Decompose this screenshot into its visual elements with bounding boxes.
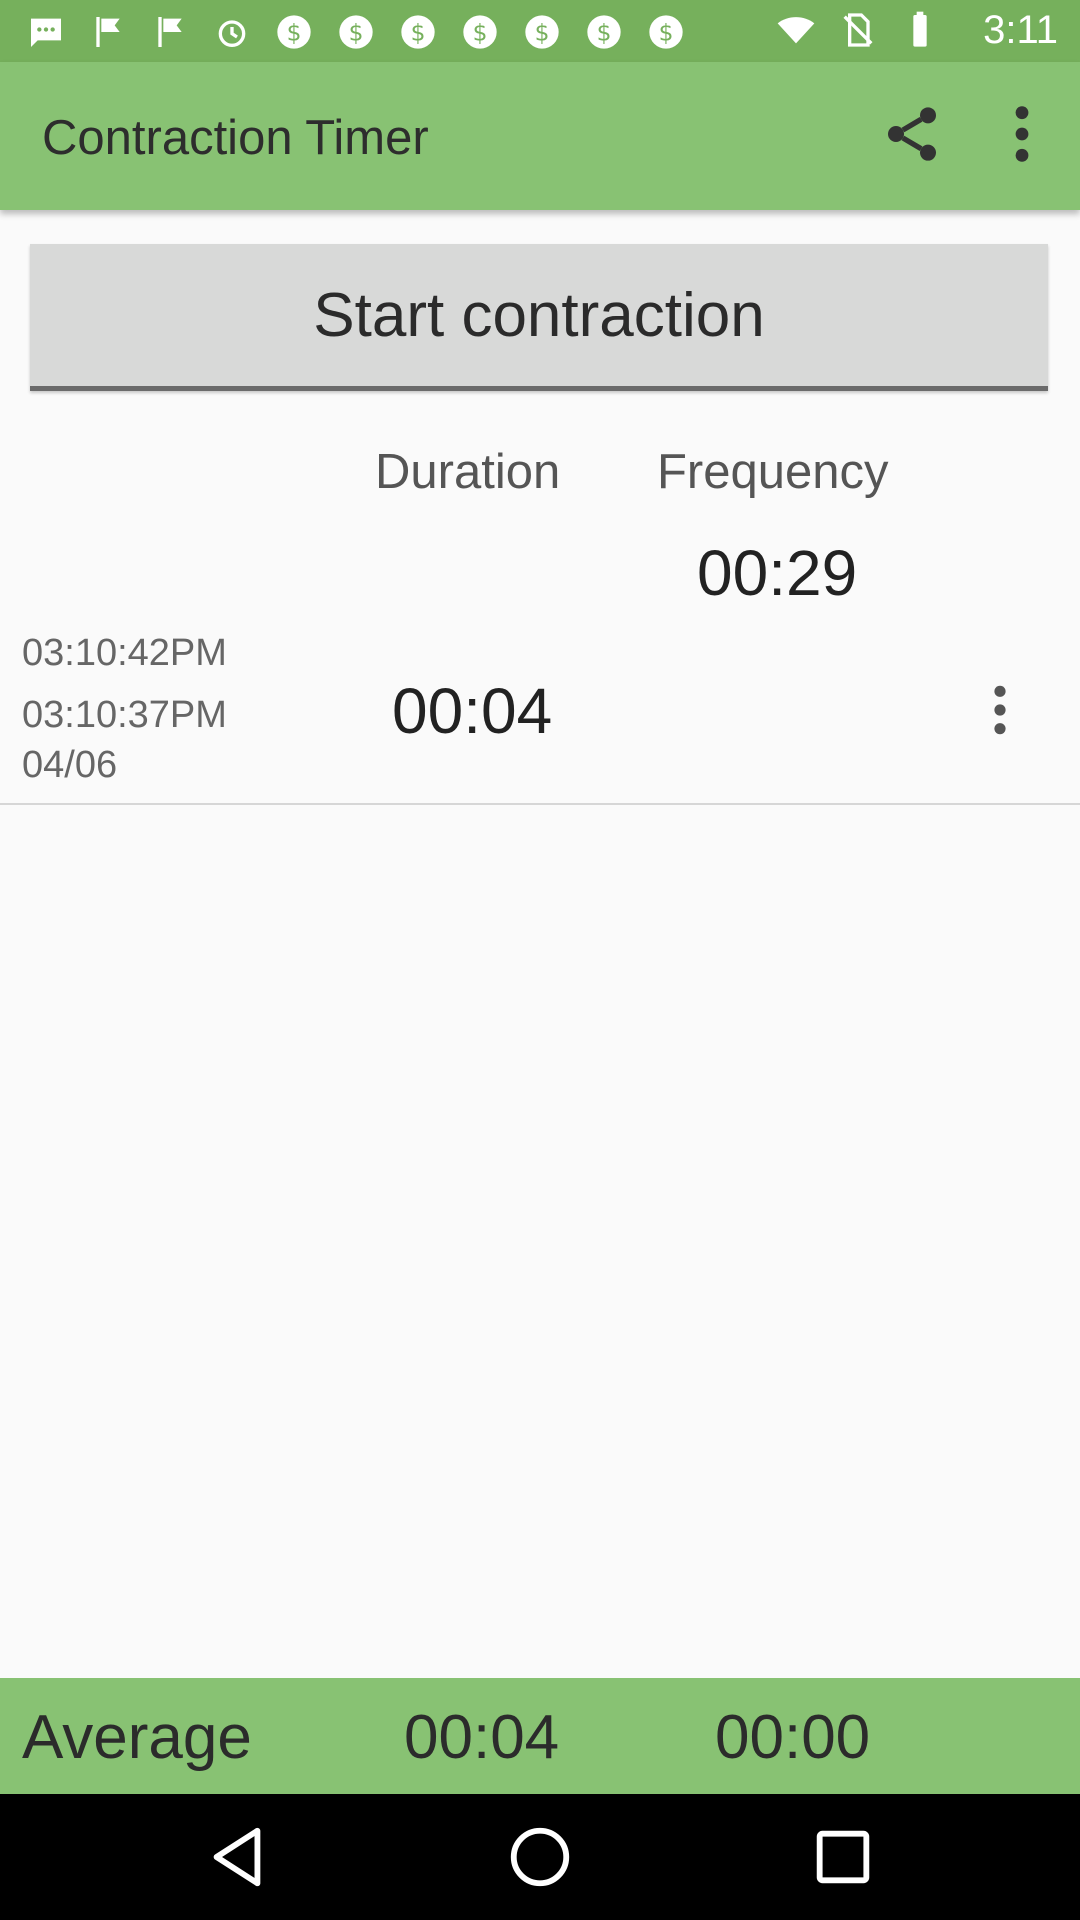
share-icon[interactable]	[880, 102, 944, 166]
row-divider	[0, 803, 1080, 805]
row-duration: 00:04	[392, 675, 553, 747]
dollar-icon: $	[401, 15, 435, 49]
dollar-icon: $	[587, 15, 621, 49]
chat-icon	[31, 18, 61, 47]
navigation-bar	[0, 1794, 1080, 1920]
system-status-icons	[776, 10, 940, 50]
start-contraction-button[interactable]: Start contraction	[30, 244, 1048, 391]
svg-text:$: $	[535, 18, 550, 46]
status-bar: $ $ $ $ $ $ $ 3:11	[0, 0, 1080, 62]
svg-text:$: $	[411, 18, 426, 46]
row-end-time: 03:10:42PM	[22, 632, 227, 674]
app-bar: Contraction Timer	[0, 62, 1080, 210]
svg-text:$: $	[349, 18, 364, 46]
duration-header: Duration	[375, 445, 561, 499]
battery-icon	[913, 11, 927, 47]
dollar-icon: $	[463, 15, 497, 49]
notification-icons: $ $ $ $ $ $ $	[26, 12, 686, 52]
flag-icon	[96, 17, 120, 47]
home-icon[interactable]	[505, 1822, 575, 1892]
overflow-menu-icon[interactable]	[1000, 102, 1044, 166]
no-sim-icon	[843, 13, 873, 47]
svg-text:$: $	[473, 18, 488, 46]
row-start-time: 03:10:37PM	[22, 694, 227, 736]
dollar-icon: $	[525, 15, 559, 49]
svg-text:$: $	[287, 18, 302, 46]
alarm-icon	[218, 20, 246, 48]
average-label: Average	[22, 1703, 252, 1772]
row-overflow-menu-icon[interactable]	[980, 682, 1020, 738]
dollar-icon: $	[649, 15, 683, 49]
average-footer: Average 00:04 00:00	[0, 1678, 1080, 1794]
dollar-icon: $	[277, 15, 311, 49]
dollar-icon: $	[339, 15, 373, 49]
frequency-value: 00:29	[697, 537, 858, 609]
svg-text:$: $	[659, 18, 674, 46]
row-date: 04/06	[22, 744, 118, 786]
status-time: 3:11	[983, 8, 1058, 52]
svg-text:$: $	[597, 18, 612, 46]
average-frequency: 00:00	[715, 1703, 871, 1772]
frequency-header: Frequency	[657, 445, 889, 499]
flag-icon	[158, 17, 182, 47]
average-duration: 00:04	[404, 1703, 560, 1772]
recents-icon[interactable]	[808, 1822, 878, 1892]
back-icon[interactable]	[202, 1822, 272, 1892]
app-title: Contraction Timer	[42, 111, 429, 165]
wifi-icon	[777, 17, 815, 44]
